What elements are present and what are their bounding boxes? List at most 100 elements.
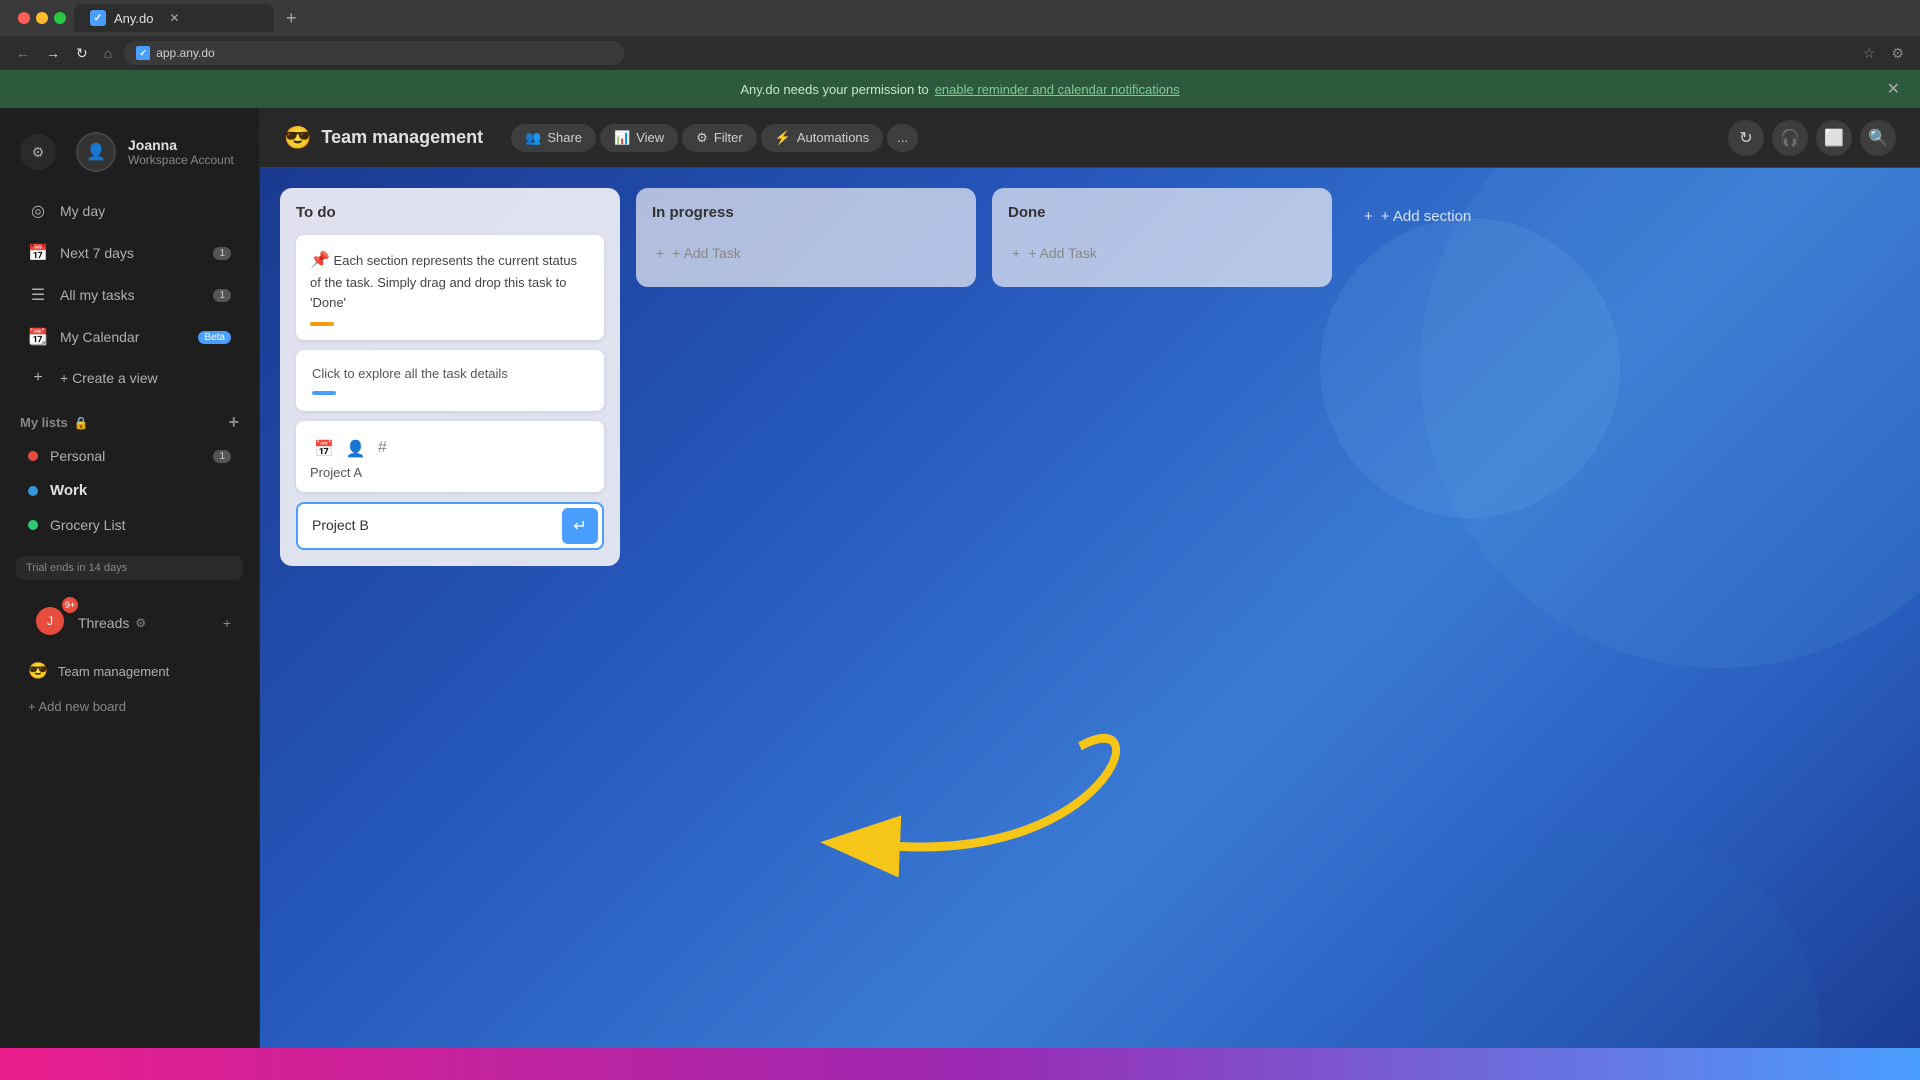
user-subtitle: Workspace Account (128, 153, 234, 167)
layout-icon[interactable]: ⬜ (1816, 120, 1852, 156)
back-button[interactable]: ← (12, 41, 34, 65)
search-icon[interactable]: 🔍 (1860, 120, 1896, 156)
extensions-icon[interactable]: ⚙ (1887, 41, 1908, 66)
grocery-dot (28, 520, 38, 530)
add-task-plus-icon: + (656, 245, 664, 261)
sidebar-item-grocery[interactable]: Grocery List (8, 510, 251, 540)
task-actions-row: 📅 👤 # (310, 433, 590, 465)
sidebar-item-personal[interactable]: Personal 1 (8, 441, 251, 471)
traffic-light-red[interactable] (18, 12, 30, 24)
home-button[interactable]: ⌂ (100, 41, 116, 65)
sidebar-item-threads[interactable]: J 9+ Threads ⚙ + (8, 596, 251, 650)
header-right: ↻ 🎧 ⬜ 🔍 (1728, 120, 1896, 156)
sidebar-item-label-my-day: My day (60, 203, 105, 219)
task-tag-2 (312, 391, 336, 395)
add-section-label: + Add section (1381, 208, 1471, 225)
all-tasks-badge: 1 (213, 289, 231, 302)
star-icon[interactable]: ☆ (1859, 41, 1880, 66)
address-bar[interactable]: ✓ app.any.do (124, 41, 624, 65)
sidebar-item-my-day[interactable]: ◎ My day (8, 192, 251, 230)
board-title: Team management (321, 127, 483, 148)
task-tag-1 (310, 322, 334, 326)
next-7-days-badge: 1 (213, 247, 231, 260)
tab-title: Any.do (114, 11, 154, 26)
more-options-button[interactable]: ... (887, 124, 918, 152)
user-name: Joanna (128, 137, 234, 153)
new-task-input[interactable] (312, 517, 544, 533)
sidebar-user-area: ⚙ 👤 Joanna Workspace Account (0, 124, 259, 188)
share-button[interactable]: 👥 Share (511, 124, 596, 152)
add-task-done-btn[interactable]: + + Add Task (1008, 235, 1316, 271)
next-7-days-icon: 📅 (28, 243, 48, 263)
tab-close-btn[interactable]: ✕ (170, 11, 180, 25)
sidebar-item-next-7-days[interactable]: 📅 Next 7 days 1 (8, 234, 251, 272)
add-new-board-btn[interactable]: + Add new board (8, 692, 251, 721)
notification-close-btn[interactable]: ✕ (1887, 79, 1900, 99)
task-tag-icon[interactable]: # (378, 439, 387, 459)
sidebar-item-team-management[interactable]: 😎 Team management (8, 654, 251, 688)
filter-button[interactable]: ⚙ Filter (682, 124, 757, 152)
sidebar-item-all-tasks[interactable]: ☰ All my tasks 1 (8, 276, 251, 314)
threads-label: Threads (78, 615, 129, 631)
list-label-personal: Personal (50, 448, 105, 464)
all-tasks-icon: ☰ (28, 285, 48, 305)
notification-link[interactable]: enable reminder and calendar notificatio… (935, 82, 1180, 97)
traffic-light-yellow[interactable] (36, 12, 48, 24)
task-assign-icon[interactable]: 👤 (346, 439, 366, 459)
add-task-in-progress-btn[interactable]: + + Add Task (652, 235, 960, 271)
new-tab-button[interactable]: + (278, 4, 305, 33)
my-lists-add-btn[interactable]: + (228, 412, 239, 433)
project-a-card[interactable]: 📅 👤 # Project A (296, 421, 604, 492)
column-in-progress: In progress + + Add Task (636, 188, 976, 287)
board-title-area: 😎 Team management (284, 125, 483, 151)
add-section-btn[interactable]: + + Add section (1364, 208, 1471, 225)
list-label-grocery: Grocery List (50, 517, 125, 533)
new-task-submit-btn[interactable]: ↵ (562, 508, 598, 544)
add-task-label-done: + Add Task (1028, 245, 1097, 261)
project-a-title: Project A (310, 465, 590, 480)
threads-notification-badge: 9+ (62, 597, 78, 613)
notification-text: Any.do needs your permission to (740, 82, 928, 97)
refresh-board-icon[interactable]: ↻ (1728, 120, 1764, 156)
browser-tab-anydo[interactable]: ✓ Any.do ✕ (74, 4, 274, 32)
task-tag-line-1 (310, 322, 590, 326)
sidebar-item-work[interactable]: Work (8, 475, 251, 506)
sidebar-item-label-calendar: My Calendar (60, 329, 139, 345)
add-section-plus-icon: + (1364, 208, 1373, 225)
new-task-input-area (298, 505, 558, 547)
sidebar-item-create-view[interactable]: + + Create a view (8, 360, 251, 396)
sidebar-item-label-next-7: Next 7 days (60, 245, 134, 261)
create-view-icon: + (28, 369, 48, 387)
sidebar-item-calendar[interactable]: 📆 My Calendar Beta (8, 318, 251, 356)
threads-add-btn[interactable]: + (223, 615, 231, 631)
board-emoji: 😎 (284, 125, 311, 151)
view-button[interactable]: 📊 View (600, 124, 678, 152)
avatar-small: J (36, 607, 64, 635)
task-hint-text: Click to explore all the task details (312, 366, 588, 381)
sidebar: ⚙ 👤 Joanna Workspace Account ◎ My day 📅 … (0, 108, 260, 1080)
threads-settings-icon[interactable]: ⚙ (135, 616, 146, 630)
task-card-1[interactable]: 📌 Each section represents the current st… (296, 235, 604, 340)
automations-button[interactable]: ⚡ Automations (761, 124, 883, 152)
team-management-emoji: 😎 (28, 661, 48, 681)
add-section-column: + + Add section (1348, 188, 1487, 245)
threads-avatar: J 9+ (28, 603, 72, 643)
column-todo: To do 📌 Each section represents the curr… (280, 188, 620, 566)
column-header-todo: To do (296, 204, 604, 221)
task-card-2[interactable]: Click to explore all the task details (296, 350, 604, 411)
refresh-button[interactable]: ↻ (72, 41, 92, 66)
calendar-icon: 📆 (28, 327, 48, 347)
my-lists-lock-icon: 🔒 (74, 416, 89, 430)
work-dot (28, 486, 38, 496)
user-info: Joanna Workspace Account (128, 137, 234, 167)
headset-icon[interactable]: 🎧 (1772, 120, 1808, 156)
new-task-input-container[interactable]: ↵ (296, 502, 604, 550)
column-done: Done + + Add Task (992, 188, 1332, 287)
settings-gear-icon[interactable]: ⚙ (20, 134, 56, 170)
task-calendar-icon[interactable]: 📅 (314, 439, 334, 459)
traffic-light-green[interactable] (54, 12, 66, 24)
forward-button[interactable]: → (42, 41, 64, 65)
share-icon: 👥 (525, 130, 541, 146)
list-label-work: Work (50, 482, 87, 499)
my-lists-label: My lists (20, 415, 68, 430)
